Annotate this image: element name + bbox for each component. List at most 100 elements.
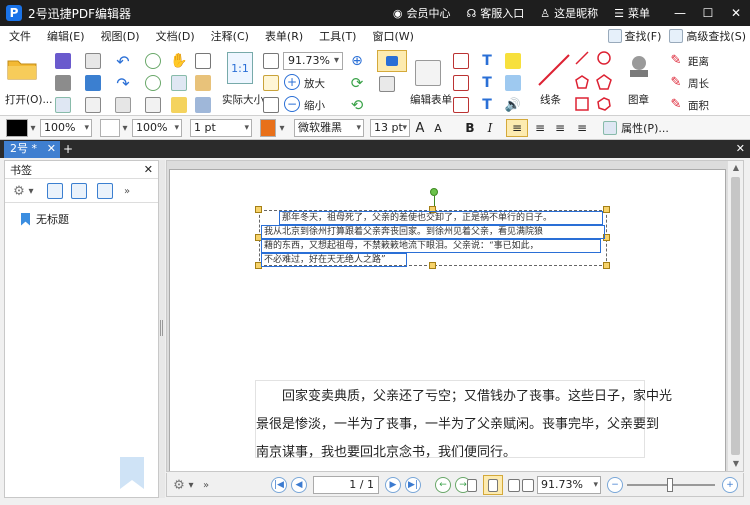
scan-icon[interactable] bbox=[84, 74, 102, 92]
area-label[interactable]: 面积 bbox=[688, 98, 709, 113]
menu-edit[interactable]: 编辑(E) bbox=[38, 28, 92, 44]
redo-icon[interactable]: ↷ bbox=[114, 74, 132, 93]
scroll-down-icon[interactable]: ▼ bbox=[728, 457, 743, 471]
menu-tools[interactable]: 工具(T) bbox=[310, 28, 363, 44]
fill-color-swatch[interactable] bbox=[100, 119, 120, 137]
zoom-in-icon[interactable]: + bbox=[284, 74, 300, 90]
resize-handle[interactable] bbox=[429, 262, 436, 269]
history-back-button[interactable]: ← bbox=[435, 477, 451, 493]
member-center-link[interactable]: ◉ 会员中心 bbox=[393, 5, 451, 21]
cloud-icon[interactable] bbox=[596, 96, 612, 112]
add-tab-button[interactable]: + bbox=[62, 141, 74, 157]
font-family-select[interactable]: 微软雅黑 bbox=[294, 119, 364, 137]
distance-icon[interactable]: ✎ bbox=[668, 52, 684, 68]
text-box-icon[interactable] bbox=[452, 52, 470, 70]
scroll-up-icon[interactable]: ▲ bbox=[728, 161, 743, 175]
zoom-in-label[interactable]: 放大 bbox=[304, 76, 325, 91]
rotate-ccw-icon[interactable]: ⟲ bbox=[348, 96, 366, 114]
actual-size-button[interactable]: 1:1 bbox=[227, 52, 253, 84]
resize-handle[interactable] bbox=[603, 206, 610, 213]
pentagon-icon[interactable] bbox=[596, 74, 612, 90]
rectangle-icon[interactable] bbox=[574, 96, 590, 112]
document-viewport[interactable]: 那年冬天，祖母死了，父亲的差使也交卸了，正是祸不单行的日子。 我从北京到徐州打算… bbox=[166, 160, 744, 472]
document-properties-icon[interactable] bbox=[54, 96, 72, 114]
zoom-select[interactable]: 91.73% bbox=[283, 52, 343, 70]
zoom-out-label[interactable]: 缩小 bbox=[304, 98, 325, 113]
align-center-icon[interactable]: ≡ bbox=[532, 119, 548, 137]
resize-handle[interactable] bbox=[603, 262, 610, 269]
two-page-icon[interactable] bbox=[507, 477, 521, 493]
stroke-color-swatch[interactable] bbox=[6, 119, 28, 137]
fit-visible-icon[interactable] bbox=[262, 96, 280, 114]
copy-icon[interactable] bbox=[144, 96, 162, 114]
first-page-button[interactable]: |◀ bbox=[271, 477, 287, 493]
fill-opacity-select[interactable]: 100% bbox=[132, 119, 182, 137]
menu-view[interactable]: 视图(D) bbox=[92, 28, 147, 44]
close-button[interactable]: ✕ bbox=[722, 0, 750, 26]
continuous-page-icon[interactable] bbox=[483, 475, 503, 495]
next-page-button[interactable]: ▶ bbox=[385, 477, 401, 493]
area-icon[interactable]: ✎ bbox=[668, 96, 684, 112]
callout-icon[interactable] bbox=[452, 74, 470, 92]
menu-comment[interactable]: 注释(C) bbox=[202, 28, 256, 44]
hand-tool-icon[interactable]: ✋ bbox=[170, 52, 188, 70]
italic-icon[interactable]: I bbox=[482, 119, 498, 137]
vertical-scrollbar[interactable]: ▲ ▼ bbox=[727, 161, 743, 471]
last-page-button[interactable]: ▶| bbox=[405, 477, 421, 493]
customer-service-link[interactable]: ☊ 客服入口 bbox=[466, 5, 524, 21]
email-icon[interactable] bbox=[84, 52, 102, 70]
print-icon[interactable] bbox=[54, 74, 72, 92]
fit-page-icon[interactable] bbox=[262, 52, 280, 70]
circle-icon[interactable] bbox=[596, 50, 612, 66]
align-right-icon[interactable]: ≡ bbox=[552, 119, 568, 137]
nickname-link[interactable]: ♙ 这是昵称 bbox=[540, 5, 598, 21]
bold-icon[interactable]: B bbox=[462, 119, 478, 137]
save-icon[interactable] bbox=[54, 52, 72, 70]
rotate-cw-icon[interactable]: ⟳ bbox=[348, 74, 366, 92]
add-text-icon[interactable] bbox=[377, 74, 397, 94]
single-page-icon[interactable] bbox=[465, 477, 479, 493]
add-child-bookmark-icon[interactable] bbox=[97, 183, 113, 199]
arrow-icon[interactable] bbox=[574, 50, 590, 66]
line-width-select[interactable]: 1 pt bbox=[190, 119, 252, 137]
delete-bookmark-icon[interactable] bbox=[71, 183, 87, 199]
edit-form-label[interactable]: 编辑表单 bbox=[410, 92, 452, 107]
stroke-color-dropdown-icon[interactable]: ▾ bbox=[29, 119, 37, 137]
line-tool-icon[interactable] bbox=[536, 52, 572, 88]
stamp-label[interactable]: 图章 bbox=[628, 92, 649, 107]
forward-nav-icon[interactable] bbox=[144, 74, 162, 92]
strikeout-text-icon[interactable]: T bbox=[478, 96, 496, 114]
close-all-tabs-icon[interactable]: ✕ bbox=[736, 140, 745, 158]
scrollbar-thumb[interactable] bbox=[731, 177, 740, 455]
align-left-icon[interactable]: ≡ bbox=[506, 119, 528, 137]
justify-icon[interactable]: ≡ bbox=[574, 119, 590, 137]
options-dropdown-icon[interactable]: ▾ bbox=[27, 183, 35, 199]
resize-handle[interactable] bbox=[255, 206, 262, 213]
snapshot-icon[interactable] bbox=[170, 96, 188, 114]
advanced-find-button[interactable]: 高级查找(S) bbox=[669, 28, 746, 44]
text-color-dropdown-icon[interactable]: ▾ bbox=[278, 119, 286, 137]
zoom-out-icon[interactable]: − bbox=[284, 96, 300, 112]
stamp-icon[interactable] bbox=[624, 52, 654, 82]
stroke-opacity-select[interactable]: 100% bbox=[40, 119, 92, 137]
distance-label[interactable]: 距离 bbox=[688, 54, 709, 69]
fill-color-dropdown-icon[interactable]: ▾ bbox=[121, 119, 129, 137]
maximize-button[interactable]: ☐ bbox=[694, 0, 722, 26]
panel-close-icon[interactable]: ✕ bbox=[144, 163, 153, 176]
find-button[interactable]: 查找(F) bbox=[607, 28, 661, 44]
font-size-select[interactable]: 13 pt bbox=[370, 119, 410, 137]
page-icon[interactable] bbox=[84, 96, 102, 114]
undo-icon[interactable]: ↶ bbox=[114, 52, 132, 71]
zoom-slider-knob[interactable] bbox=[667, 478, 673, 492]
status-zoom-select[interactable]: 91.73% bbox=[537, 476, 601, 494]
attach-icon[interactable] bbox=[504, 74, 522, 92]
typewriter-icon[interactable] bbox=[452, 96, 470, 114]
underline-text-icon[interactable]: T bbox=[478, 74, 496, 92]
selected-text-block[interactable]: 那年冬天，祖母死了，父亲的差使也交卸了，正是祸不单行的日子。 我从北京到徐州打算… bbox=[255, 188, 610, 269]
zoom-slider[interactable] bbox=[627, 478, 715, 492]
sound-icon[interactable]: 🔊 bbox=[504, 96, 522, 114]
panel-splitter[interactable] bbox=[159, 160, 165, 498]
perimeter-icon[interactable]: ✎ bbox=[668, 74, 684, 90]
perimeter-label[interactable]: 周长 bbox=[688, 76, 709, 91]
status-zoom-in-button[interactable]: + bbox=[722, 477, 738, 493]
